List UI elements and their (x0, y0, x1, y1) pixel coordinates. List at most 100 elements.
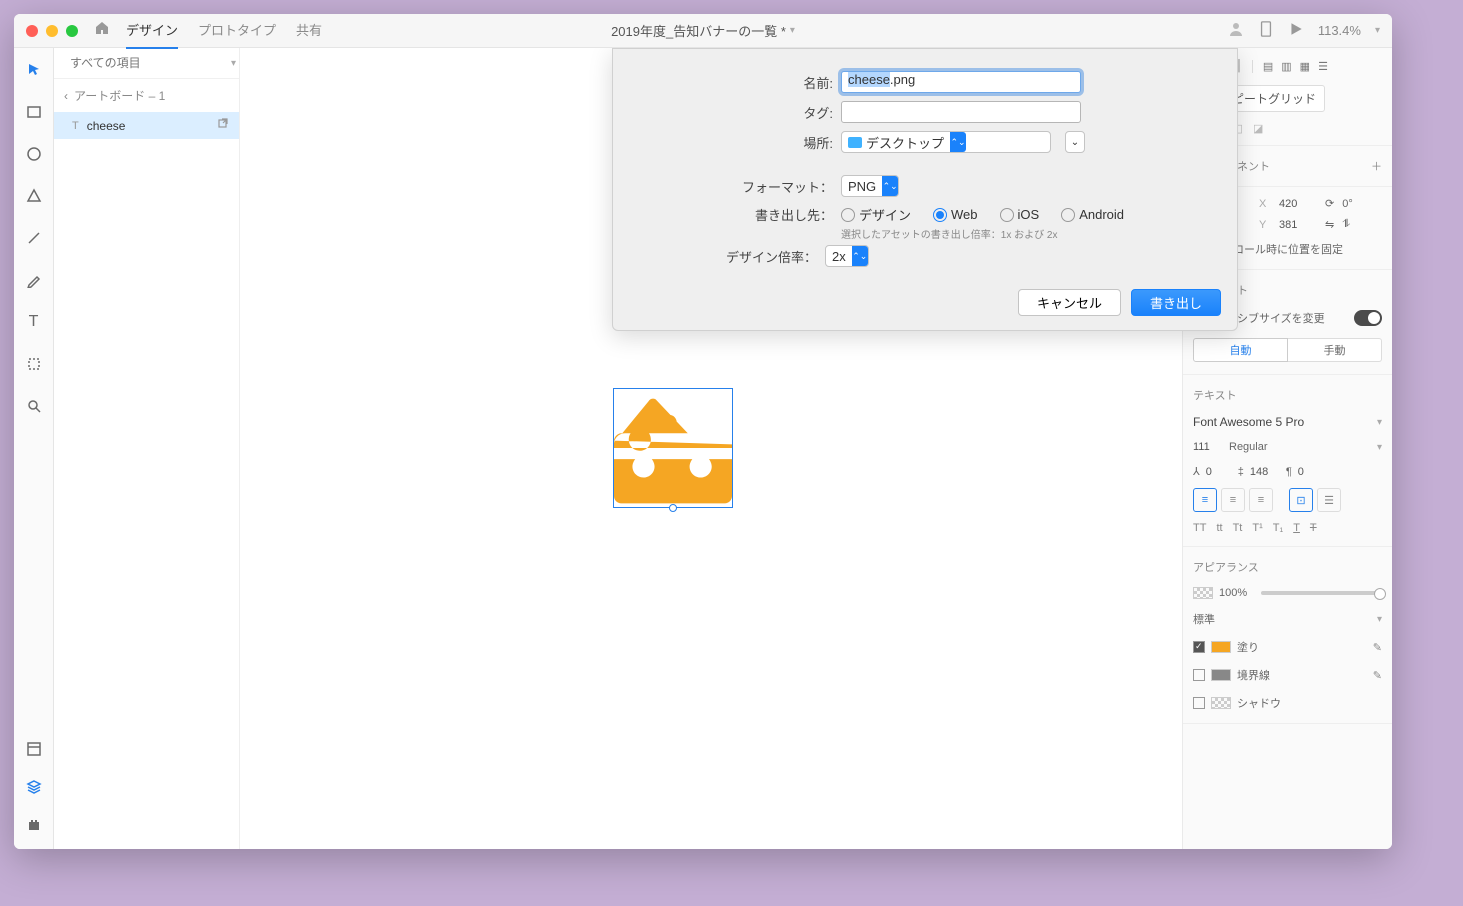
underline-button[interactable]: T (1293, 522, 1300, 534)
text-point-button[interactable]: ⊡ (1289, 488, 1313, 512)
close-window-button[interactable] (26, 25, 38, 37)
opacity-slider[interactable] (1261, 591, 1382, 595)
dropdown-arrow-icon: ⌃⌄ (852, 246, 868, 266)
format-select[interactable]: PNG ⌃⌄ (841, 175, 899, 197)
distribute-icon[interactable]: ☰ (1318, 60, 1328, 73)
eyedropper-icon[interactable]: ✎ (1373, 641, 1382, 654)
shadow-swatch[interactable] (1211, 697, 1231, 709)
minimize-window-button[interactable] (46, 25, 58, 37)
titlecase-button[interactable]: Tt (1233, 522, 1243, 534)
align-right-icon[interactable]: ▦ (1300, 60, 1310, 73)
chevron-down-icon[interactable]: ▾ (1375, 25, 1380, 36)
tab-prototype[interactable]: プロトタイプ (198, 14, 276, 49)
scale-select[interactable]: 2x ⌃⌄ (825, 245, 869, 267)
canvas[interactable]: 名前: cheese.png タグ: 場所: デスクトップ ⌃⌄ ⌄ (240, 48, 1182, 849)
zoom-tool[interactable] (22, 394, 46, 418)
assets-panel-icon[interactable] (22, 737, 46, 761)
home-icon[interactable] (94, 20, 110, 41)
blend-mode-select[interactable]: 標準 (1193, 611, 1371, 627)
select-tool[interactable] (22, 58, 46, 82)
exclude-icon[interactable]: ◪ (1253, 122, 1263, 135)
pen-tool[interactable] (22, 268, 46, 292)
stroke-checkbox[interactable] (1193, 669, 1205, 681)
stroke-swatch[interactable] (1211, 669, 1231, 681)
user-icon[interactable] (1228, 21, 1244, 40)
scale-label: デザイン倍率： (629, 247, 817, 266)
document-title[interactable]: 2019年度_告知バナーの一覧 * ▾ (611, 21, 795, 40)
char-spacing-icon: ⅄ (1193, 465, 1200, 478)
cancel-button[interactable]: キャンセル (1018, 289, 1121, 316)
zoom-value[interactable]: 113.4% (1318, 23, 1361, 38)
align-hcenter-icon[interactable]: ▥ (1281, 60, 1291, 73)
rotation-value[interactable]: 0° (1342, 198, 1353, 210)
text-align-center-button[interactable]: ≡ (1221, 488, 1245, 512)
text-tool[interactable]: T (22, 310, 46, 334)
responsive-toggle[interactable] (1354, 310, 1382, 326)
rotate-icon[interactable]: ⟳ (1325, 197, 1334, 210)
ellipse-tool[interactable] (22, 142, 46, 166)
text-align-left-button[interactable]: ≡ (1193, 488, 1217, 512)
flip-h-icon[interactable]: ⇋ (1325, 218, 1334, 231)
maximize-window-button[interactable] (66, 25, 78, 37)
layer-item[interactable]: T cheese (54, 112, 239, 139)
selected-object[interactable] (613, 388, 733, 508)
y-input[interactable] (1279, 219, 1317, 231)
layers-search-input[interactable] (70, 56, 225, 70)
radio-design[interactable]: デザイン (841, 205, 911, 224)
mobile-preview-icon[interactable] (1258, 21, 1274, 40)
fill-swatch[interactable] (1211, 641, 1231, 653)
radio-android[interactable]: Android (1061, 207, 1124, 222)
rectangle-tool[interactable] (22, 100, 46, 124)
resize-handle-bottom[interactable] (669, 504, 677, 512)
polygon-tool[interactable] (22, 184, 46, 208)
tab-design[interactable]: デザイン (126, 14, 178, 49)
tab-share[interactable]: 共有 (296, 14, 322, 49)
strikethrough-button[interactable]: T (1310, 522, 1317, 534)
exportto-label: 書き出し先： (629, 205, 833, 224)
text-align-right-button[interactable]: ≡ (1249, 488, 1273, 512)
subscript-button[interactable]: T₁ (1273, 522, 1283, 534)
tag-input[interactable] (841, 101, 1081, 123)
radio-web[interactable]: Web (933, 207, 978, 222)
font-family-select[interactable]: Font Awesome 5 Pro (1193, 415, 1304, 429)
scale-value: 2x (832, 249, 846, 264)
font-size-input[interactable] (1193, 441, 1223, 453)
text-area-button[interactable]: ☰ (1317, 488, 1341, 512)
layers-panel-icon[interactable] (22, 775, 46, 799)
font-weight-select[interactable]: Regular (1229, 441, 1371, 453)
para-spacing-input[interactable] (1298, 466, 1324, 478)
eyedropper-icon[interactable]: ✎ (1373, 669, 1382, 682)
filename-input[interactable]: cheese.png (841, 71, 1081, 93)
uppercase-button[interactable]: TT (1193, 522, 1206, 534)
flip-v-icon[interactable]: ⥮ (1342, 218, 1350, 231)
export-button[interactable]: 書き出し (1131, 289, 1221, 316)
char-spacing-input[interactable] (1206, 466, 1232, 478)
superscript-button[interactable]: T¹ (1252, 522, 1262, 534)
layers-search[interactable]: ▾ (54, 48, 239, 79)
radio-ios[interactable]: iOS (1000, 207, 1040, 222)
opacity-value[interactable]: 100% (1219, 587, 1247, 599)
tag-label: タグ: (629, 103, 833, 122)
play-icon[interactable] (1288, 21, 1304, 40)
add-component-button[interactable]: ＋ (1371, 158, 1382, 174)
shadow-checkbox[interactable] (1193, 697, 1205, 709)
breadcrumb[interactable]: ‹ アートボード – 1 (54, 79, 239, 112)
shadow-label: シャドウ (1237, 695, 1281, 711)
document-title-text: 2019年度_告知バナーの一覧 * (611, 21, 786, 40)
expand-location-button[interactable]: ⌄ (1065, 131, 1085, 153)
line-height-input[interactable] (1250, 466, 1280, 478)
x-input[interactable] (1279, 198, 1317, 210)
layout-manual-button[interactable]: 手動 (1288, 338, 1382, 362)
align-left-icon[interactable]: ▤ (1263, 60, 1273, 73)
artboard-tool[interactable] (22, 352, 46, 376)
layout-auto-button[interactable]: 自動 (1193, 338, 1288, 362)
layers-panel: ▾ ‹ アートボード – 1 T cheese (54, 48, 240, 849)
plugins-panel-icon[interactable] (22, 813, 46, 837)
line-height-icon: ‡ (1238, 466, 1244, 478)
chevron-down-icon[interactable]: ▾ (231, 58, 236, 69)
text-layer-icon: T (72, 120, 79, 132)
line-tool[interactable] (22, 226, 46, 250)
fill-checkbox[interactable] (1193, 641, 1205, 653)
lowercase-button[interactable]: tt (1216, 522, 1222, 534)
location-select[interactable]: デスクトップ ⌃⌄ (841, 131, 1051, 153)
